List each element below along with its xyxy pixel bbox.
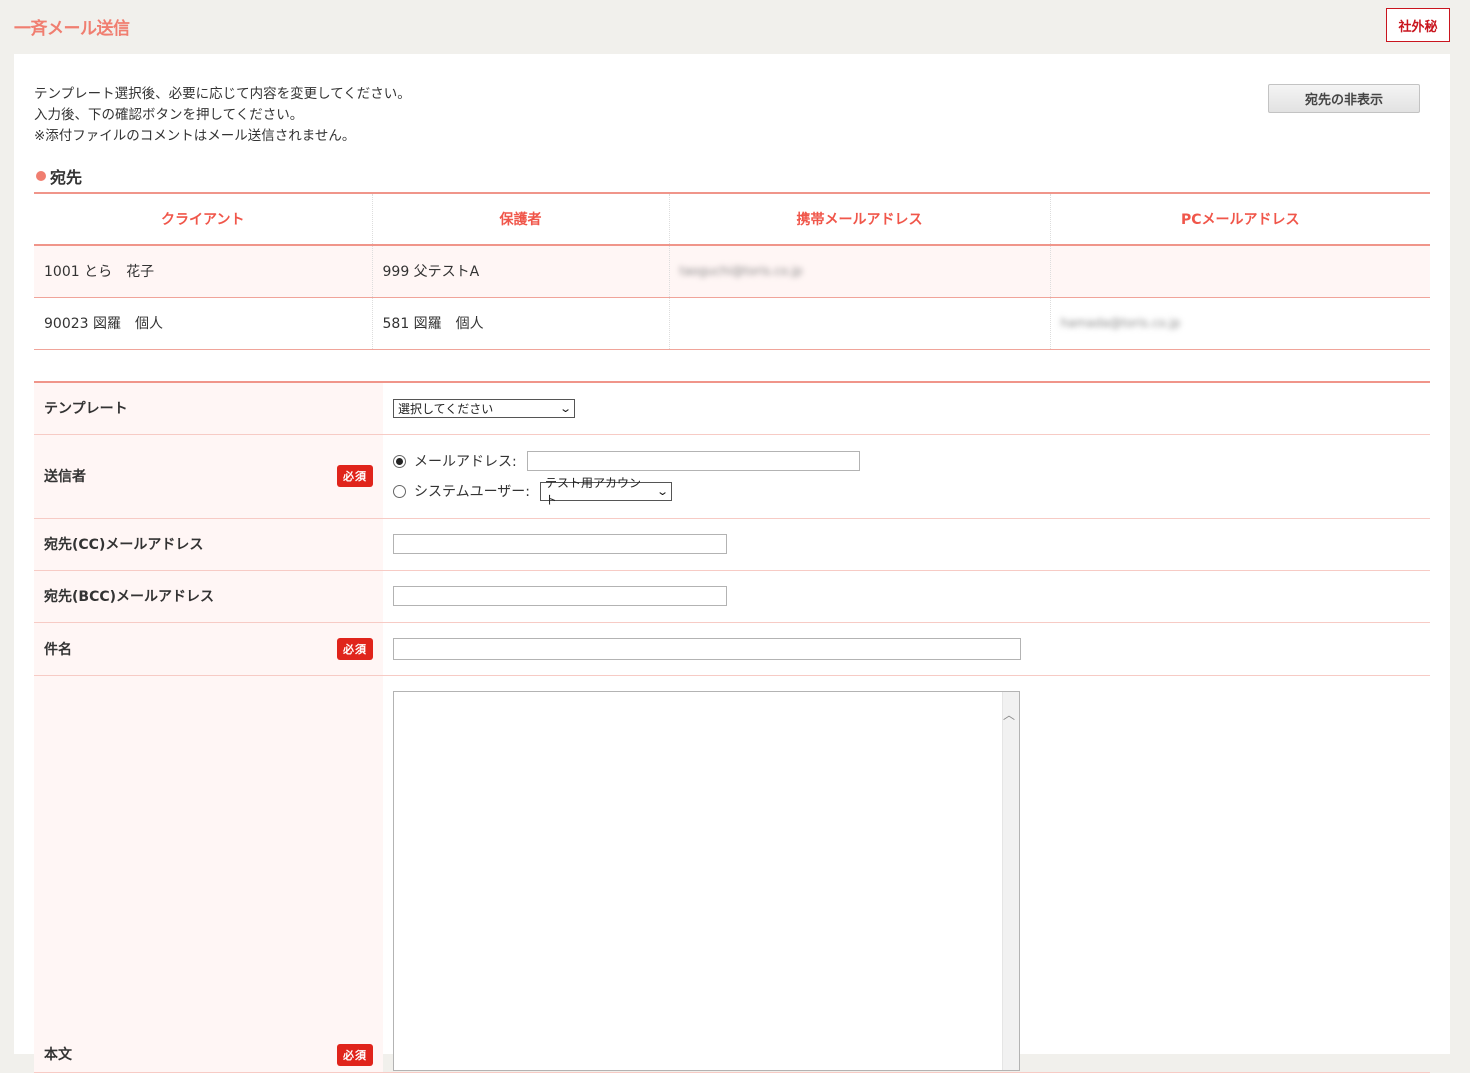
cell-client: 1001 とら 花子 <box>34 245 373 298</box>
instruction-line: テンプレート選択後、必要に応じて内容を変更してください。 <box>34 86 411 102</box>
subject-input[interactable] <box>393 637 1021 660</box>
table-row: 90023 図羅 個人 581 図羅 個人 hamada@toris.co.jp <box>34 297 1430 350</box>
column-header-client: クライアント <box>34 193 373 246</box>
body-label-text: 本文 <box>44 1046 72 1063</box>
body-label: 本文 必須 <box>34 675 383 1073</box>
bcc-label: 宛先(BCC)メールアドレス <box>34 570 383 623</box>
sender-email-option: メールアドレス: <box>393 446 1429 476</box>
cell-mobile-email: taoguchi@toris.co.jp <box>669 245 1051 298</box>
column-header-pc-email: PCメールアドレス <box>1050 193 1430 246</box>
sender-email-input[interactable] <box>526 451 860 471</box>
cell-client: 90023 図羅 個人 <box>34 297 373 350</box>
form-row-sender: 送信者 必須 メールアドレス: システムユーザー: テスト用アカウント ⌄ <box>34 434 1430 519</box>
cell-mobile-email <box>669 297 1051 350</box>
required-badge: 必須 <box>337 1043 373 1066</box>
mail-form: テンプレート 選択してください ⌄ 送信者 必須 メールアドレス: システムユー… <box>34 381 1430 1073</box>
body-textarea[interactable]: ︿ <box>393 690 1020 1071</box>
body-field: ︿ <box>383 675 1430 1073</box>
table-row: 1001 とら 花子 999 父テストA taoguchi@toris.co.j… <box>34 245 1430 298</box>
sender-system-option: システムユーザー: テスト用アカウント ⌄ <box>393 476 1429 507</box>
form-row-cc: 宛先(CC)メールアドレス <box>34 518 1430 571</box>
template-label-text: テンプレート <box>44 401 128 418</box>
required-badge: 必須 <box>337 465 373 487</box>
recipients-table: クライアント 保護者 携帯メールアドレス PCメールアドレス 1001 とら 花… <box>34 192 1430 350</box>
page-title: 一斉メール送信 <box>14 19 130 39</box>
instructions: テンプレート選択後、必要に応じて内容を変更してください。 入力後、下の確認ボタン… <box>34 84 411 147</box>
template-label: テンプレート <box>34 382 383 435</box>
cc-field <box>383 518 1430 571</box>
template-field: 選択してください ⌄ <box>383 382 1430 435</box>
cell-guardian: 581 図羅 個人 <box>372 297 670 350</box>
system-user-select[interactable]: テスト用アカウント ⌄ <box>540 476 673 507</box>
bcc-email-input[interactable] <box>393 586 727 606</box>
sender-email-option-label: メールアドレス: <box>414 454 517 470</box>
recipients-heading: 宛先 <box>36 164 82 188</box>
recipients-heading-label: 宛先 <box>50 168 83 187</box>
bcc-field <box>383 570 1430 623</box>
sender-label-text: 送信者 <box>44 469 86 485</box>
form-row-template: テンプレート 選択してください ⌄ <box>34 382 1430 435</box>
form-row-subject: 件名 必須 <box>34 622 1430 676</box>
system-user-select-value: テスト用アカウント <box>545 476 642 507</box>
template-select[interactable]: 選択してください ⌄ <box>393 398 575 418</box>
hide-recipients-button[interactable]: 宛先の非表示 <box>1268 84 1420 113</box>
main-panel: テンプレート選択後、必要に応じて内容を変更してください。 入力後、下の確認ボタン… <box>14 54 1450 1073</box>
table-header-row: クライアント 保護者 携帯メールアドレス PCメールアドレス <box>34 193 1430 246</box>
cell-guardian: 999 父テストA <box>372 245 670 298</box>
cc-email-input[interactable] <box>393 534 727 554</box>
column-header-mobile-email: 携帯メールアドレス <box>669 193 1051 246</box>
subject-label: 件名 必須 <box>34 622 383 676</box>
sender-field: メールアドレス: システムユーザー: テスト用アカウント ⌄ <box>383 434 1430 519</box>
cell-pc-email <box>1050 245 1430 298</box>
sender-email-radio[interactable] <box>393 454 406 468</box>
chevron-down-icon: ⌄ <box>655 484 669 498</box>
required-badge: 必須 <box>337 637 373 660</box>
confidential-badge: 社外秘 <box>1386 8 1450 42</box>
subject-field <box>383 622 1430 676</box>
sender-label: 送信者 必須 <box>34 434 383 519</box>
instruction-line: ※添付ファイルのコメントはメール送信されません。 <box>34 128 356 144</box>
sender-system-radio[interactable] <box>393 484 406 498</box>
cell-pc-email: hamada@toris.co.jp <box>1050 297 1430 350</box>
form-row-bcc: 宛先(BCC)メールアドレス <box>34 570 1430 623</box>
pc-email-text: hamada@toris.co.jp <box>1060 316 1181 330</box>
column-header-guardian: 保護者 <box>372 193 670 246</box>
body-scrollbar[interactable] <box>1002 691 1019 1070</box>
cc-label-text: 宛先(CC)メールアドレス <box>44 537 204 553</box>
form-row-body: 本文 必須 ︿ <box>34 675 1430 1073</box>
cc-label: 宛先(CC)メールアドレス <box>34 518 383 571</box>
template-select-value: 選択してください <box>398 401 494 416</box>
bullet-dot-icon <box>36 171 46 181</box>
scroll-up-icon[interactable]: ︿ <box>1003 706 1015 723</box>
chevron-down-icon: ⌄ <box>558 401 572 415</box>
bcc-label-text: 宛先(BCC)メールアドレス <box>44 589 215 605</box>
instruction-line: 入力後、下の確認ボタンを押してください。 <box>34 107 304 123</box>
mobile-email-text: taoguchi@toris.co.jp <box>679 264 803 279</box>
subject-label-text: 件名 <box>44 641 72 658</box>
sender-system-option-label: システムユーザー: <box>414 484 531 500</box>
